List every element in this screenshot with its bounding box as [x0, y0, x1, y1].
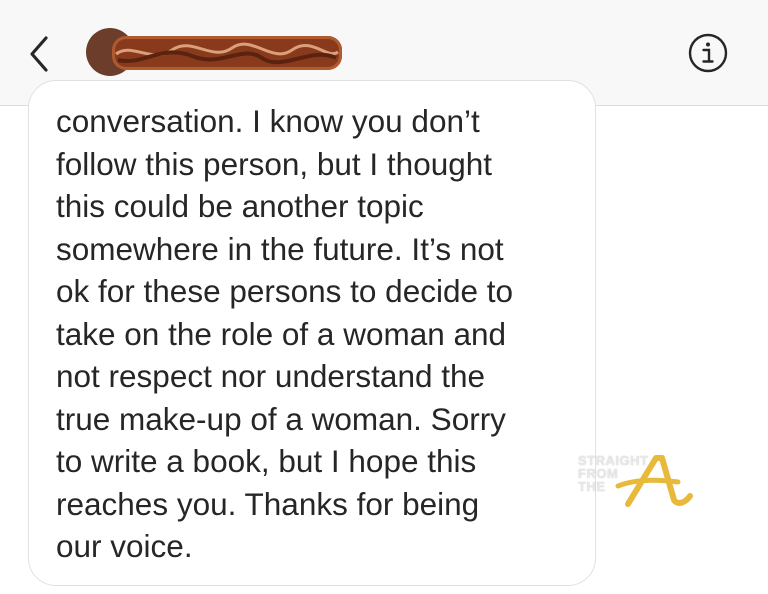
redaction-scribble [115, 42, 339, 65]
watermark-a-icon [615, 455, 693, 507]
message-text: conversation. I know you don’t follow th… [56, 103, 514, 564]
info-button[interactable] [688, 33, 728, 73]
info-circle-icon [688, 33, 728, 73]
back-button[interactable] [22, 32, 62, 76]
redacted-username[interactable] [112, 36, 342, 70]
chevron-left-icon [30, 36, 48, 72]
watermark-logo: STRAIGHT FROM THE [578, 452, 696, 512]
